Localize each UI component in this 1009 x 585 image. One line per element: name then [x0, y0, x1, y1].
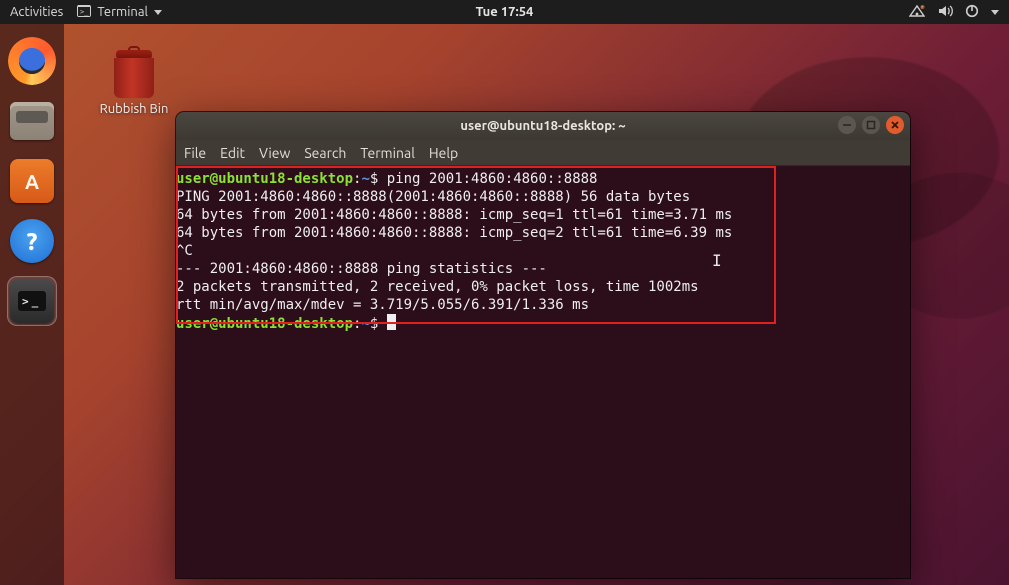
files-icon [10, 102, 54, 140]
svg-text:>_: >_ [80, 8, 89, 16]
software-icon [10, 159, 54, 203]
menu-view[interactable]: View [259, 145, 290, 161]
menu-help[interactable]: Help [429, 145, 458, 161]
gnome-topbar: Activities >_ Terminal Tue 17:54 ? [0, 0, 1009, 24]
app-menu-label: Terminal [97, 5, 148, 19]
dock-files[interactable] [7, 96, 57, 146]
help-icon: ? [10, 219, 54, 263]
menu-terminal[interactable]: Terminal [360, 145, 415, 161]
window-maximize-button[interactable] [862, 116, 880, 134]
trash-icon [108, 50, 160, 98]
terminal-content: user@ubuntu18-desktop:~$ ping 2001:4860:… [176, 170, 904, 333]
text-cursor-block [387, 314, 396, 330]
app-menu[interactable]: >_ Terminal [77, 5, 162, 20]
dock: ? [0, 24, 64, 585]
terminal-icon [10, 279, 54, 323]
terminal-window[interactable]: user@ubuntu18-desktop: ~ File Edit View … [176, 112, 910, 578]
dock-firefox[interactable] [7, 36, 57, 86]
window-minimize-button[interactable] [838, 116, 856, 134]
dock-terminal[interactable] [7, 276, 57, 326]
volume-icon[interactable] [937, 4, 953, 21]
dock-help[interactable]: ? [7, 216, 57, 266]
window-title: user@ubuntu18-desktop: ~ [460, 119, 625, 133]
power-icon[interactable] [965, 4, 979, 21]
desktop-icon-trash[interactable]: Rubbish Bin [92, 50, 176, 116]
desktop-icon-label: Rubbish Bin [92, 102, 176, 116]
menu-search[interactable]: Search [304, 145, 346, 161]
system-menu-chevron-icon[interactable] [991, 10, 999, 15]
network-status-icon[interactable]: ? [909, 4, 925, 21]
dock-software[interactable] [7, 156, 57, 206]
activities-button[interactable]: Activities [10, 5, 63, 19]
window-titlebar[interactable]: user@ubuntu18-desktop: ~ [176, 112, 910, 140]
terminal-viewport[interactable]: user@ubuntu18-desktop:~$ ping 2001:4860:… [176, 166, 910, 578]
firefox-icon [11, 40, 53, 82]
terminal-mini-icon: >_ [77, 5, 91, 20]
window-close-button[interactable] [886, 116, 904, 134]
menu-file[interactable]: File [184, 145, 206, 161]
menu-edit[interactable]: Edit [220, 145, 245, 161]
terminal-menubar: File Edit View Search Terminal Help [176, 140, 910, 166]
ibeam-cursor-icon: I [712, 252, 722, 270]
chevron-down-icon [154, 10, 162, 15]
